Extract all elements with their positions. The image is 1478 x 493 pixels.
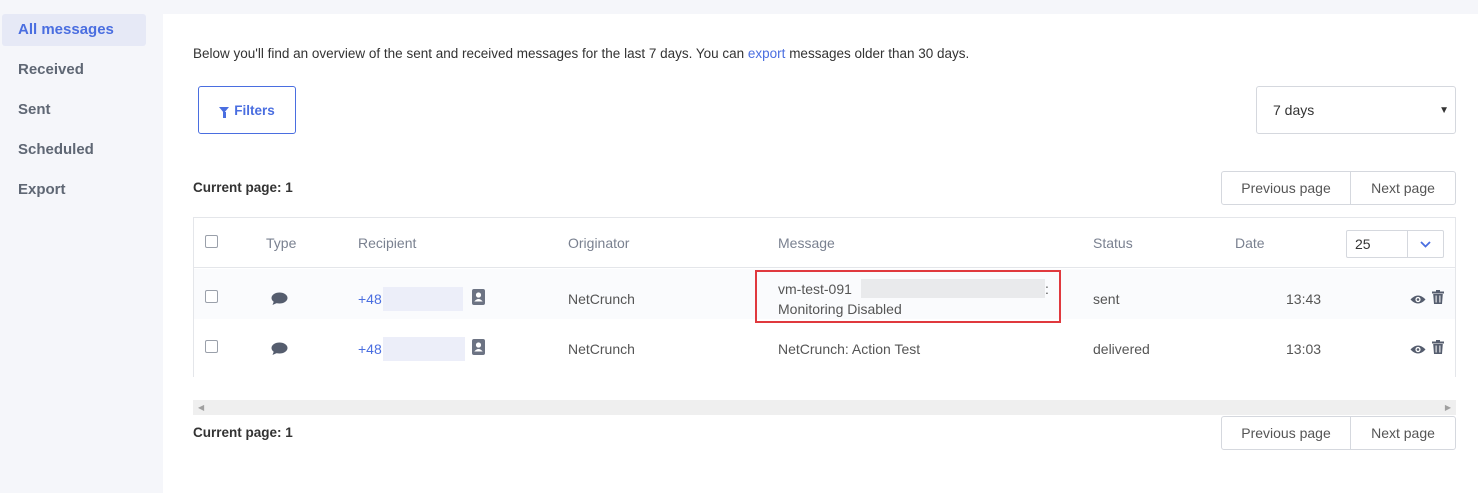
- trash-icon[interactable]: [1432, 290, 1444, 309]
- sms-icon: [271, 342, 288, 361]
- chevron-down-icon: [1407, 231, 1443, 257]
- redacted-recipient: [383, 337, 465, 361]
- row-checkbox[interactable]: [205, 340, 218, 353]
- status: delivered: [1093, 341, 1150, 357]
- filter-icon: [219, 107, 230, 118]
- intro-before: Below you'll find an overview of the sen…: [193, 46, 748, 61]
- sidebar: All messages Received Sent Scheduled Exp…: [0, 0, 162, 493]
- column-recipient: Recipient: [358, 235, 417, 251]
- contact-card-icon[interactable]: [471, 289, 486, 310]
- redacted-recipient: [383, 287, 463, 311]
- sidebar-item-all-messages[interactable]: All messages: [2, 14, 146, 46]
- sidebar-item-sent[interactable]: Sent: [2, 94, 146, 126]
- select-all-checkbox[interactable]: [205, 235, 218, 248]
- date: 13:03: [1286, 341, 1322, 357]
- messages-table: Type Recipient Originator Message Status…: [193, 217, 1456, 377]
- pager-top: Previous page Next page: [1221, 171, 1456, 205]
- scroll-right-icon[interactable]: ▶: [1445, 403, 1451, 412]
- sidebar-item-scheduled[interactable]: Scheduled: [2, 134, 146, 166]
- caret-down-icon: ▼: [1439, 105, 1449, 116]
- eye-icon[interactable]: [1410, 342, 1426, 360]
- filters-button-label: Filters: [234, 102, 275, 118]
- main-panel: Below you'll find an overview of the sen…: [163, 14, 1478, 493]
- previous-page-button[interactable]: Previous page: [1222, 172, 1351, 204]
- next-page-button[interactable]: Next page: [1351, 417, 1455, 449]
- date: 13:43: [1286, 291, 1322, 307]
- intro-after: messages older than 30 days.: [785, 46, 970, 61]
- scroll-left-icon[interactable]: ◀: [198, 403, 204, 412]
- column-status: Status: [1093, 235, 1133, 251]
- export-link[interactable]: export: [748, 46, 786, 61]
- pager-bottom: Previous page Next page: [1221, 416, 1456, 450]
- intro-text: Below you'll find an overview of the sen…: [193, 46, 969, 61]
- originator: NetCrunch: [568, 341, 635, 357]
- current-page-bottom: Current page: 1: [193, 425, 293, 440]
- column-originator: Originator: [568, 235, 630, 251]
- recipient-number[interactable]: +48: [358, 291, 382, 307]
- sms-icon: [271, 292, 288, 311]
- previous-page-button[interactable]: Previous page: [1222, 417, 1351, 449]
- sidebar-item-received[interactable]: Received: [2, 54, 146, 86]
- period-select[interactable]: 7 days ▼: [1256, 86, 1456, 134]
- column-message: Message: [778, 235, 835, 251]
- period-select-value: 7 days: [1273, 102, 1315, 118]
- column-date: Date: [1235, 235, 1265, 251]
- table-header: Type Recipient Originator Message Status…: [194, 218, 1455, 268]
- contact-card-icon[interactable]: [471, 339, 486, 360]
- message-line1: NetCrunch: Action Test: [778, 341, 921, 357]
- row-checkbox[interactable]: [205, 290, 218, 303]
- trash-icon[interactable]: [1432, 340, 1444, 359]
- current-page-top: Current page: 1: [193, 180, 293, 195]
- eye-icon[interactable]: [1410, 292, 1426, 310]
- message-highlight-box: [755, 270, 1061, 323]
- table-row[interactable]: +48 NetCrunch NetCrunch: Action Test del…: [194, 319, 1455, 369]
- filters-button[interactable]: Filters: [198, 86, 296, 134]
- status: sent: [1093, 291, 1120, 307]
- recipient-number[interactable]: +48: [358, 341, 382, 357]
- per-page-select[interactable]: 25: [1346, 230, 1444, 258]
- per-page-value: 25: [1355, 236, 1371, 252]
- column-type: Type: [266, 235, 297, 251]
- horizontal-scrollbar[interactable]: ◀ ▶: [193, 400, 1456, 415]
- next-page-button[interactable]: Next page: [1351, 172, 1455, 204]
- originator: NetCrunch: [568, 291, 635, 307]
- sidebar-item-export[interactable]: Export: [2, 174, 146, 206]
